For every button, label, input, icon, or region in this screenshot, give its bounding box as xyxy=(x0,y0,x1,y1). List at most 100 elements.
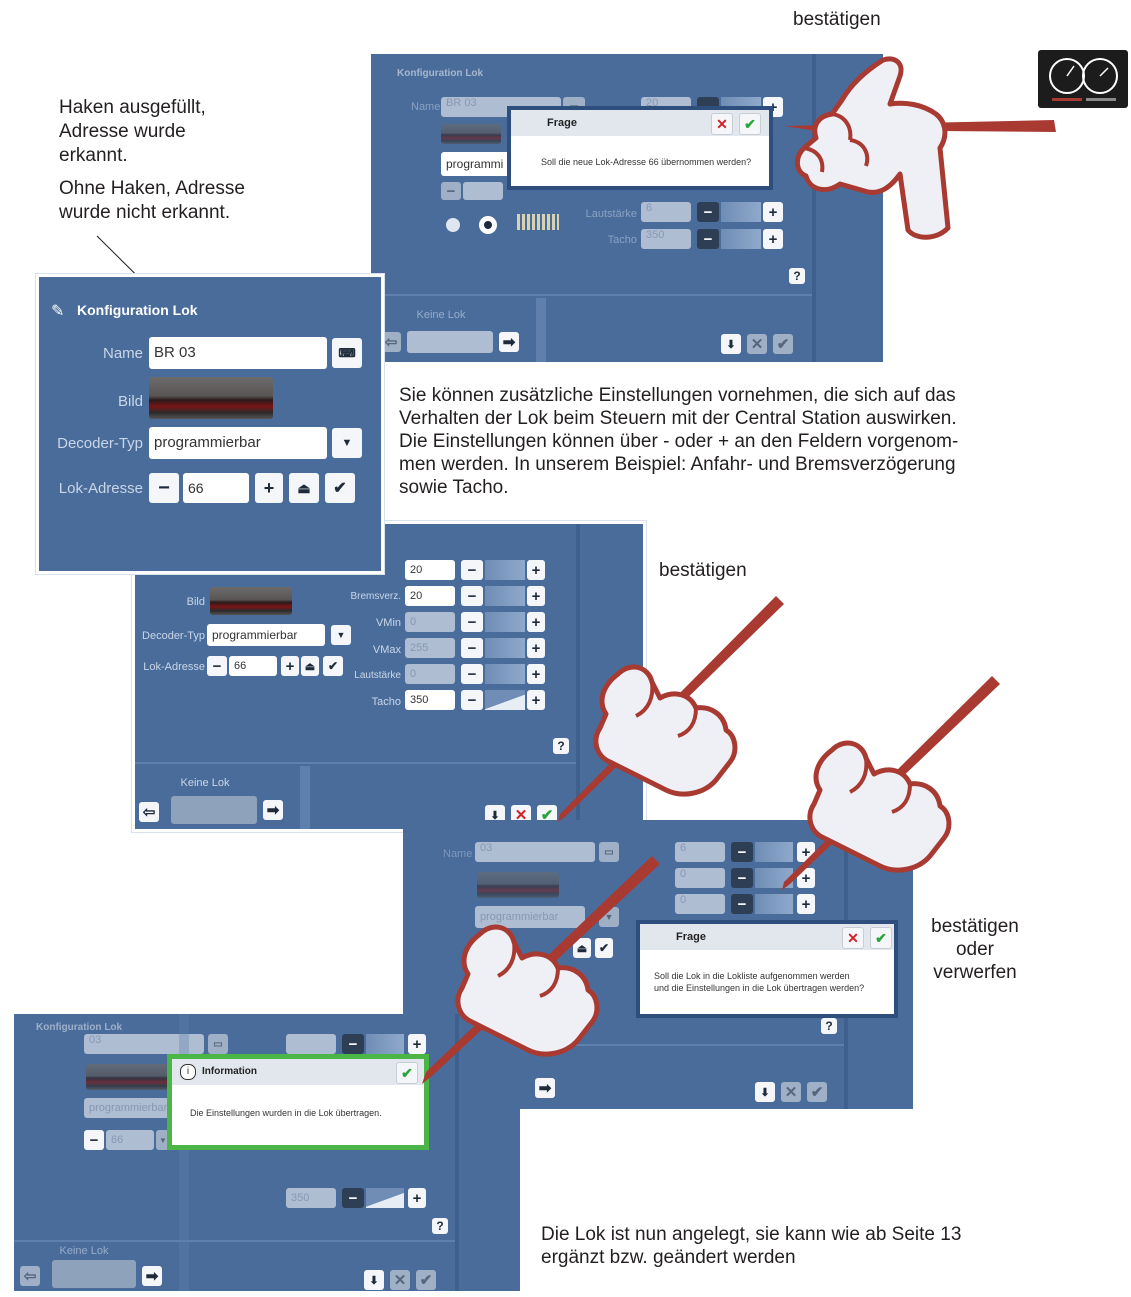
tacho-field[interactable]: 350 xyxy=(286,1188,336,1208)
question-dialog: Frage ✕ ✔ Soll die Lok in die Lokliste a… xyxy=(636,920,898,1018)
value-field-4[interactable]: 350 xyxy=(641,229,691,249)
name-field[interactable]: BR 03 xyxy=(149,337,327,369)
footer-separator xyxy=(135,762,576,764)
row-minus-button[interactable]: − xyxy=(461,586,483,606)
decoder-select[interactable]: programmierbar xyxy=(149,427,327,459)
row-slider[interactable] xyxy=(485,638,525,658)
decoder-dropdown-button[interactable]: ▼ xyxy=(332,428,362,458)
address-plus-button[interactable]: + xyxy=(281,656,299,676)
info-icon: i xyxy=(180,1064,196,1080)
row-slider[interactable] xyxy=(485,560,525,580)
row-label: VMax xyxy=(372,644,401,656)
download-button[interactable]: ⬇ xyxy=(721,334,741,354)
discard-button[interactable]: ✕ xyxy=(747,334,767,354)
address-read-button[interactable]: ⏏ xyxy=(289,473,319,503)
decoder-select[interactable]: programmierbar xyxy=(84,1098,174,1118)
panel-title: Konfiguration Lok xyxy=(36,1022,123,1033)
lautstaerke-label: Lautstärke xyxy=(585,208,637,220)
minus-button-1[interactable]: − xyxy=(342,1034,364,1054)
hand-with-pen-icon xyxy=(784,56,1056,240)
minus-button-2[interactable]: − xyxy=(731,868,753,888)
row-value-field[interactable]: 255 xyxy=(405,638,455,658)
address-minus-button[interactable]: − xyxy=(149,473,179,503)
decoder-label: Decoder-Typ xyxy=(142,630,205,642)
help-button[interactable]: ? xyxy=(821,1018,837,1034)
address-field[interactable]: 66 xyxy=(229,656,277,676)
value-field-1[interactable] xyxy=(286,1034,336,1054)
address-minus-button[interactable]: − xyxy=(207,656,227,676)
address-minus-button[interactable]: − xyxy=(84,1130,104,1150)
address-field[interactable] xyxy=(463,182,503,200)
address-read-button[interactable]: ⏏ xyxy=(301,656,319,676)
loco-image xyxy=(149,377,273,419)
value-field-3[interactable]: 0 xyxy=(675,894,725,914)
footer-vsep xyxy=(536,298,546,362)
row-label: Bremsverz. xyxy=(350,591,401,602)
radio-option-1[interactable] xyxy=(446,218,460,232)
minus-button-3[interactable]: − xyxy=(731,894,753,914)
row-minus-button[interactable]: − xyxy=(461,664,483,684)
keyboard-button[interactable]: ⌨ xyxy=(332,338,362,368)
help-button[interactable]: ? xyxy=(432,1218,448,1234)
prev-loco-button[interactable]: ⇦ xyxy=(20,1266,40,1286)
address-field[interactable]: 66 xyxy=(106,1130,154,1150)
value-field-1[interactable]: 6 xyxy=(675,842,725,862)
loco-slot xyxy=(171,796,257,824)
row-value-field[interactable]: 350 xyxy=(405,690,455,710)
row-minus-button[interactable]: − xyxy=(461,690,483,710)
row-plus-button[interactable]: + xyxy=(527,560,545,580)
row-slider[interactable] xyxy=(485,664,525,684)
row-minus-button[interactable]: − xyxy=(461,638,483,658)
row-slider[interactable] xyxy=(485,586,525,606)
address-minus-button[interactable]: − xyxy=(441,182,461,200)
confirm-button[interactable]: ✔ xyxy=(416,1270,436,1290)
confirm-button[interactable]: ✔ xyxy=(807,1082,827,1102)
minus-button-tacho[interactable]: − xyxy=(342,1188,364,1208)
decoder-select[interactable]: programmi xyxy=(441,152,511,176)
discard-button[interactable]: ✕ xyxy=(781,1082,801,1102)
address-check-button[interactable]: ✔ xyxy=(325,473,355,503)
radio-option-2[interactable] xyxy=(479,216,497,234)
loco-slot xyxy=(407,331,493,353)
row-value-field[interactable]: 20 xyxy=(405,560,455,580)
decoder-select[interactable]: programmierbar xyxy=(207,624,325,646)
footer-separator xyxy=(14,1240,455,1242)
row-value-field[interactable]: 20 xyxy=(405,586,455,606)
prev-loco-button[interactable]: ⇦ xyxy=(139,802,159,822)
footer-label: Keine Lok xyxy=(180,777,230,789)
row-minus-button[interactable]: − xyxy=(461,560,483,580)
value-field-2[interactable]: 0 xyxy=(675,868,725,888)
row-value-field[interactable]: 0 xyxy=(405,612,455,632)
config-panel-zoom: ✎ Konfiguration Lok Name BR 03 ⌨ Bild De… xyxy=(36,274,384,574)
dialog-cancel-button[interactable]: ✕ xyxy=(842,927,864,949)
download-button[interactable]: ⬇ xyxy=(364,1270,384,1290)
prev-loco-button[interactable]: ⇦ xyxy=(381,332,401,352)
loco-image xyxy=(86,1064,168,1090)
slider-1[interactable] xyxy=(366,1034,404,1054)
address-plus-button[interactable]: + xyxy=(255,473,283,503)
plus-button-tacho[interactable]: + xyxy=(408,1188,426,1208)
wrench-icon: ✎ xyxy=(51,303,65,320)
address-field[interactable]: 66 xyxy=(183,473,249,503)
next-loco-button[interactable]: ➡ xyxy=(263,800,283,820)
row-value-field[interactable]: 0 xyxy=(405,664,455,684)
discard-button[interactable]: ✕ xyxy=(390,1270,410,1290)
value-field-3[interactable]: 6 xyxy=(641,202,691,222)
row-slider[interactable] xyxy=(485,690,525,710)
dialog-confirm-button[interactable]: ✔ xyxy=(870,927,892,949)
download-button[interactable]: ⬇ xyxy=(755,1082,775,1102)
decoder-label: Decoder-Typ xyxy=(57,435,143,452)
minus-button-1[interactable]: − xyxy=(731,842,753,862)
row-minus-button[interactable]: − xyxy=(461,612,483,632)
next-loco-button[interactable]: ➡ xyxy=(142,1266,162,1286)
row-label: Lautstärke xyxy=(354,670,401,681)
help-button[interactable]: ? xyxy=(789,268,805,284)
hand-with-pen-icon xyxy=(422,856,660,1084)
confirm-button[interactable]: ✔ xyxy=(773,334,793,354)
tacho-slider[interactable] xyxy=(366,1188,404,1208)
loco-slot xyxy=(52,1260,136,1288)
name-label: Name xyxy=(411,101,441,113)
next-loco-button[interactable]: ➡ xyxy=(499,332,519,352)
row-slider[interactable] xyxy=(485,612,525,632)
keyboard-button[interactable]: ▭ xyxy=(208,1034,228,1054)
